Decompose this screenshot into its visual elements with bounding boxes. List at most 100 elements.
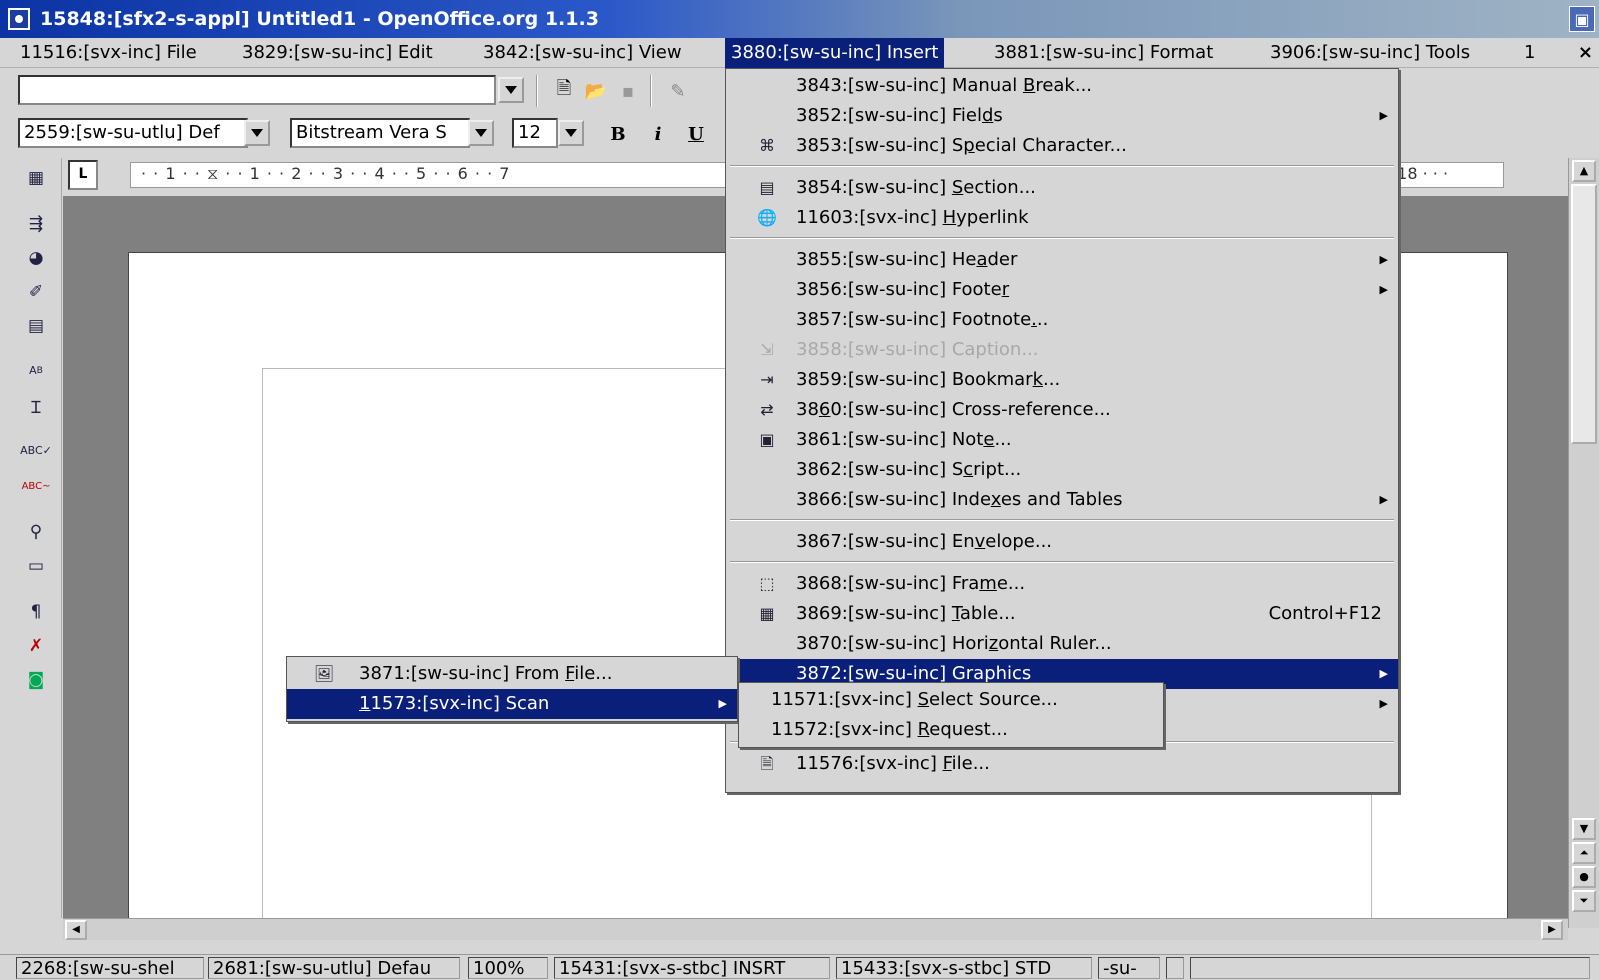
menu-overflow[interactable]: 1 — [1518, 38, 1541, 68]
font-name-combo[interactable]: Bitstream Vera S — [290, 118, 470, 148]
horizontal-scrollbar[interactable]: ◀ ▶ — [63, 918, 1568, 940]
menu-view[interactable]: 3842:[sw-su-inc] View — [477, 38, 688, 68]
menu-item-note[interactable]: ▣ 3861:[sw-su-inc] Note... — [726, 425, 1398, 455]
scroll-right-button[interactable]: ▶ — [1541, 920, 1563, 940]
status-insert-mode[interactable]: 15431:[svx-s-stbc] INSRT — [554, 957, 830, 979]
insert-object-icon[interactable]: ◕ — [22, 244, 50, 272]
maximize-button[interactable]: ▣ — [1569, 6, 1595, 32]
menu-bar: 11516:[svx-inc] File 3829:[sw-su-inc] Ed… — [0, 38, 1599, 68]
menu-item-section[interactable]: ▤ 3854:[sw-su-inc] Section... — [726, 173, 1398, 203]
menu-item-fields[interactable]: 3852:[sw-su-inc] Fields ▶ — [726, 101, 1398, 131]
horizontal-ruler[interactable]: · · 1 · · ⧖ · · 1 · · 2 · · 3 · · 4 · · … — [130, 162, 730, 188]
nonprinting-characters-icon[interactable]: ¶ — [22, 598, 50, 626]
menu-item-label: 3854:[sw-su-inc] Section... — [796, 177, 1036, 198]
menu-item-frame[interactable]: ⬚ 3868:[sw-su-inc] Frame... — [726, 569, 1398, 599]
font-dropdown-button[interactable] — [468, 120, 494, 146]
edit-file-icon[interactable]: ✎ — [664, 77, 692, 105]
menu-item-label: 3859:[sw-su-inc] Bookmark... — [796, 369, 1061, 390]
navigation-button[interactable]: ● — [1572, 866, 1596, 888]
autospellcheck-icon[interactable]: ABC~ — [22, 472, 51, 500]
previous-page-button[interactable]: ⏶ — [1572, 842, 1596, 864]
url-dropdown-button[interactable] — [498, 77, 524, 103]
menu-item-hyperlink[interactable]: 🌐 11603:[svx-inc] Hyperlink — [726, 203, 1398, 233]
frame-icon: ⬚ — [759, 574, 775, 593]
menu-item-table[interactable]: ▦ 3869:[sw-su-inc] Table... Control+F12 — [726, 599, 1398, 629]
menu-item-bookmark[interactable]: ⇥ 3859:[sw-su-inc] Bookmark... — [726, 365, 1398, 395]
submenu-arrow-icon: ▶ — [1379, 697, 1388, 710]
find-replace-icon[interactable]: ⚲ — [22, 518, 50, 546]
status-hyperlink-mode[interactable]: -su- — [1098, 957, 1160, 979]
scroll-down-button[interactable]: ▼ — [1572, 818, 1596, 840]
insert-fields-icon[interactable]: ⇶ — [22, 210, 50, 238]
scroll-up-button[interactable]: ▲ — [1572, 160, 1596, 182]
menu-item-script[interactable]: 3862:[sw-su-inc] Script... — [726, 455, 1398, 485]
document-close-button[interactable]: × — [1578, 38, 1593, 68]
menu-item-special-character[interactable]: ⌘ 3853:[sw-su-inc] Special Character... — [726, 131, 1398, 161]
menu-item-request[interactable]: 11572:[svx-inc] Request... — [739, 715, 1163, 745]
size-dropdown-button[interactable] — [558, 120, 584, 146]
open-folder-icon[interactable]: 📂 — [582, 77, 610, 105]
bold-button[interactable]: B — [604, 120, 632, 148]
status-selection-mode[interactable]: 15433:[svx-s-stbc] STD — [836, 957, 1092, 979]
text-cursor-icon[interactable]: Ɪ — [22, 392, 50, 420]
bookmark-icon: ⇥ — [760, 370, 774, 389]
menu-format[interactable]: 3881:[sw-su-inc] Format — [988, 38, 1219, 68]
submenu-arrow-icon: ▶ — [1379, 667, 1388, 680]
menu-item-file[interactable]: 🗎 11576:[svx-inc] File... — [726, 749, 1398, 779]
save-icon[interactable]: ▪ — [614, 77, 642, 105]
navigator-icon[interactable]: ▭ — [22, 552, 50, 580]
paragraph-style-combo[interactable]: 2559:[sw-su-utlu] Def — [18, 118, 248, 148]
menu-file[interactable]: 11516:[svx-inc] File — [14, 38, 203, 68]
menu-item-horizontal-ruler[interactable]: 3870:[sw-su-inc] Horizontal Ruler... — [726, 629, 1398, 659]
status-page[interactable]: 2268:[sw-su-shel — [16, 957, 204, 979]
insert-table-icon[interactable]: ▦ — [22, 164, 50, 192]
menu-item-indexes-and-tables[interactable]: 3866:[sw-su-inc] Indexes and Tables ▶ — [726, 485, 1398, 515]
vertical-scroll-thumb[interactable] — [1571, 184, 1597, 444]
vertical-scrollbar[interactable]: ▲ ▼ ⏶ ● ⏷ — [1568, 158, 1599, 928]
menu-item-label: 11572:[svx-inc] Request... — [771, 719, 1008, 740]
menu-item-label: 11573:[svx-inc] Scan — [359, 693, 550, 714]
online-layout-icon[interactable]: ◙ — [22, 666, 50, 694]
menu-insert[interactable]: 3880:[sw-su-inc] Insert — [725, 38, 945, 68]
menu-separator — [730, 237, 1394, 239]
show-draw-functions-icon[interactable]: ✐ — [22, 278, 50, 306]
window-menu-icon — [15, 15, 23, 23]
status-zoom[interactable]: 100% — [468, 957, 548, 979]
tab-type-selector[interactable]: L — [68, 160, 98, 190]
italic-button[interactable]: i — [644, 120, 672, 148]
menu-item-accelerator: Control+F12 — [1268, 603, 1382, 624]
graphics-off-icon[interactable]: ✗ — [22, 632, 50, 660]
menu-item-label: 3868:[sw-su-inc] Frame... — [796, 573, 1026, 594]
window-menu-button[interactable] — [8, 8, 30, 30]
style-dropdown-button[interactable] — [244, 120, 270, 146]
menu-item-cross-reference[interactable]: ⇄ 3860:[sw-su-inc] Cross-reference... — [726, 395, 1398, 425]
url-combo[interactable] — [18, 75, 496, 105]
menu-item-label: 11603:[svx-inc] Hyperlink — [796, 207, 1029, 228]
submenu-arrow-icon: ▶ — [1379, 109, 1388, 122]
menu-item-select-source[interactable]: 11571:[svx-inc] Select Source... — [739, 685, 1163, 715]
status-page-style[interactable]: 2681:[sw-su-utlu] Defau — [208, 957, 460, 979]
next-page-button[interactable]: ⏷ — [1572, 890, 1596, 912]
menu-item-label: 3858:[sw-su-inc] Caption... — [796, 339, 1039, 360]
menu-item-envelope[interactable]: 3867:[sw-su-inc] Envelope... — [726, 527, 1398, 557]
new-document-icon[interactable]: 🗎 — [550, 77, 578, 105]
underline-button[interactable]: U — [682, 120, 710, 148]
menu-item-scan[interactable]: 11573:[svx-inc] Scan ▶ — [287, 689, 737, 719]
spellcheck-icon[interactable]: ABC✓ — [20, 436, 52, 464]
menu-item-manual-break[interactable]: 3843:[sw-su-inc] Manual Break... — [726, 71, 1398, 101]
menu-item-footnote[interactable]: 3857:[sw-su-inc] Footnote... — [726, 305, 1398, 335]
font-size-combo[interactable]: 12 — [512, 118, 558, 148]
menu-item-label: 3867:[sw-su-inc] Envelope... — [796, 531, 1053, 552]
menu-edit[interactable]: 3829:[sw-su-inc] Edit — [236, 38, 439, 68]
menu-item-label: 3855:[sw-su-inc] Header — [796, 249, 1018, 270]
form-icon[interactable]: ▤ — [22, 312, 50, 340]
submenu-arrow-icon: ▶ — [718, 697, 727, 710]
menu-item-from-file[interactable]: 🖼 3871:[sw-su-inc] From File... — [287, 659, 737, 689]
menu-item-footer[interactable]: 3856:[sw-su-inc] Footer ▶ — [726, 275, 1398, 305]
submenu-arrow-icon: ▶ — [1379, 283, 1388, 296]
menu-tools[interactable]: 3906:[sw-su-inc] Tools — [1264, 38, 1476, 68]
special-character-icon: ⌘ — [759, 136, 775, 155]
autotext-icon[interactable]: AB — [22, 356, 50, 384]
scroll-left-button[interactable]: ◀ — [65, 920, 87, 940]
menu-item-header[interactable]: 3855:[sw-su-inc] Header ▶ — [726, 245, 1398, 275]
